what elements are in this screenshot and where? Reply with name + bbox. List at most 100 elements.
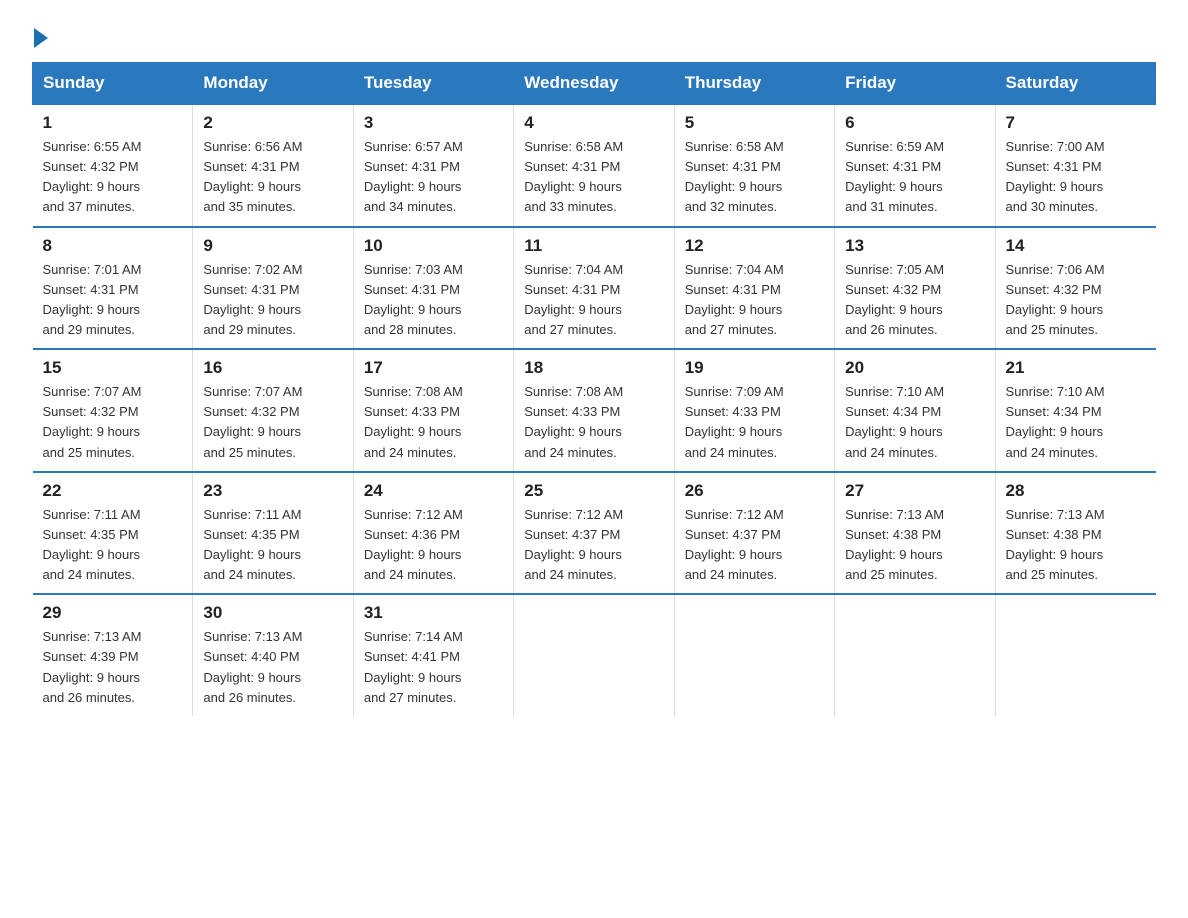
day-number: 11 [524, 236, 663, 256]
calendar-cell: 30 Sunrise: 7:13 AM Sunset: 4:40 PM Dayl… [193, 594, 353, 716]
header-saturday: Saturday [995, 63, 1155, 105]
day-number: 6 [845, 113, 984, 133]
day-number: 4 [524, 113, 663, 133]
calendar-cell: 17 Sunrise: 7:08 AM Sunset: 4:33 PM Dayl… [353, 349, 513, 472]
header-monday: Monday [193, 63, 353, 105]
day-number: 27 [845, 481, 984, 501]
calendar-cell: 21 Sunrise: 7:10 AM Sunset: 4:34 PM Dayl… [995, 349, 1155, 472]
header-thursday: Thursday [674, 63, 834, 105]
calendar-cell: 25 Sunrise: 7:12 AM Sunset: 4:37 PM Dayl… [514, 472, 674, 595]
day-info: Sunrise: 7:10 AM Sunset: 4:34 PM Dayligh… [845, 382, 984, 463]
header-sunday: Sunday [33, 63, 193, 105]
day-number: 26 [685, 481, 824, 501]
calendar-week-row: 1 Sunrise: 6:55 AM Sunset: 4:32 PM Dayli… [33, 104, 1156, 227]
header-friday: Friday [835, 63, 995, 105]
calendar-cell [835, 594, 995, 716]
day-info: Sunrise: 7:13 AM Sunset: 4:38 PM Dayligh… [1006, 505, 1146, 586]
calendar-cell: 11 Sunrise: 7:04 AM Sunset: 4:31 PM Dayl… [514, 227, 674, 350]
day-number: 2 [203, 113, 342, 133]
calendar-cell: 22 Sunrise: 7:11 AM Sunset: 4:35 PM Dayl… [33, 472, 193, 595]
calendar-cell: 5 Sunrise: 6:58 AM Sunset: 4:31 PM Dayli… [674, 104, 834, 227]
day-info: Sunrise: 7:11 AM Sunset: 4:35 PM Dayligh… [203, 505, 342, 586]
day-info: Sunrise: 7:04 AM Sunset: 4:31 PM Dayligh… [524, 260, 663, 341]
day-number: 14 [1006, 236, 1146, 256]
calendar-cell: 7 Sunrise: 7:00 AM Sunset: 4:31 PM Dayli… [995, 104, 1155, 227]
calendar-cell: 2 Sunrise: 6:56 AM Sunset: 4:31 PM Dayli… [193, 104, 353, 227]
day-info: Sunrise: 7:14 AM Sunset: 4:41 PM Dayligh… [364, 627, 503, 708]
calendar-cell: 12 Sunrise: 7:04 AM Sunset: 4:31 PM Dayl… [674, 227, 834, 350]
day-info: Sunrise: 7:13 AM Sunset: 4:40 PM Dayligh… [203, 627, 342, 708]
day-number: 10 [364, 236, 503, 256]
calendar-cell: 15 Sunrise: 7:07 AM Sunset: 4:32 PM Dayl… [33, 349, 193, 472]
day-number: 17 [364, 358, 503, 378]
day-number: 24 [364, 481, 503, 501]
calendar-cell: 8 Sunrise: 7:01 AM Sunset: 4:31 PM Dayli… [33, 227, 193, 350]
day-number: 3 [364, 113, 503, 133]
day-info: Sunrise: 7:08 AM Sunset: 4:33 PM Dayligh… [364, 382, 503, 463]
logo [32, 24, 48, 44]
day-info: Sunrise: 7:09 AM Sunset: 4:33 PM Dayligh… [685, 382, 824, 463]
day-number: 12 [685, 236, 824, 256]
day-info: Sunrise: 7:06 AM Sunset: 4:32 PM Dayligh… [1006, 260, 1146, 341]
day-number: 13 [845, 236, 984, 256]
day-info: Sunrise: 6:56 AM Sunset: 4:31 PM Dayligh… [203, 137, 342, 218]
day-number: 7 [1006, 113, 1146, 133]
calendar-cell: 3 Sunrise: 6:57 AM Sunset: 4:31 PM Dayli… [353, 104, 513, 227]
day-number: 16 [203, 358, 342, 378]
day-number: 30 [203, 603, 342, 623]
day-info: Sunrise: 7:12 AM Sunset: 4:36 PM Dayligh… [364, 505, 503, 586]
day-info: Sunrise: 7:01 AM Sunset: 4:31 PM Dayligh… [43, 260, 183, 341]
day-number: 15 [43, 358, 183, 378]
day-info: Sunrise: 6:58 AM Sunset: 4:31 PM Dayligh… [524, 137, 663, 218]
calendar-cell: 4 Sunrise: 6:58 AM Sunset: 4:31 PM Dayli… [514, 104, 674, 227]
calendar-cell: 24 Sunrise: 7:12 AM Sunset: 4:36 PM Dayl… [353, 472, 513, 595]
day-info: Sunrise: 6:59 AM Sunset: 4:31 PM Dayligh… [845, 137, 984, 218]
day-info: Sunrise: 6:57 AM Sunset: 4:31 PM Dayligh… [364, 137, 503, 218]
calendar-cell: 29 Sunrise: 7:13 AM Sunset: 4:39 PM Dayl… [33, 594, 193, 716]
calendar-cell: 18 Sunrise: 7:08 AM Sunset: 4:33 PM Dayl… [514, 349, 674, 472]
day-number: 21 [1006, 358, 1146, 378]
day-info: Sunrise: 7:00 AM Sunset: 4:31 PM Dayligh… [1006, 137, 1146, 218]
calendar-cell: 26 Sunrise: 7:12 AM Sunset: 4:37 PM Dayl… [674, 472, 834, 595]
calendar-cell [995, 594, 1155, 716]
header-tuesday: Tuesday [353, 63, 513, 105]
day-number: 1 [43, 113, 183, 133]
day-info: Sunrise: 6:55 AM Sunset: 4:32 PM Dayligh… [43, 137, 183, 218]
calendar-week-row: 22 Sunrise: 7:11 AM Sunset: 4:35 PM Dayl… [33, 472, 1156, 595]
calendar-cell: 20 Sunrise: 7:10 AM Sunset: 4:34 PM Dayl… [835, 349, 995, 472]
day-info: Sunrise: 7:07 AM Sunset: 4:32 PM Dayligh… [203, 382, 342, 463]
calendar-week-row: 8 Sunrise: 7:01 AM Sunset: 4:31 PM Dayli… [33, 227, 1156, 350]
day-info: Sunrise: 7:11 AM Sunset: 4:35 PM Dayligh… [43, 505, 183, 586]
day-number: 22 [43, 481, 183, 501]
day-info: Sunrise: 7:04 AM Sunset: 4:31 PM Dayligh… [685, 260, 824, 341]
calendar-cell: 23 Sunrise: 7:11 AM Sunset: 4:35 PM Dayl… [193, 472, 353, 595]
calendar-header-row: SundayMondayTuesdayWednesdayThursdayFrid… [33, 63, 1156, 105]
calendar-cell: 19 Sunrise: 7:09 AM Sunset: 4:33 PM Dayl… [674, 349, 834, 472]
calendar-cell [514, 594, 674, 716]
calendar-cell: 1 Sunrise: 6:55 AM Sunset: 4:32 PM Dayli… [33, 104, 193, 227]
day-number: 18 [524, 358, 663, 378]
calendar-table: SundayMondayTuesdayWednesdayThursdayFrid… [32, 62, 1156, 716]
day-info: Sunrise: 7:12 AM Sunset: 4:37 PM Dayligh… [524, 505, 663, 586]
day-info: Sunrise: 7:03 AM Sunset: 4:31 PM Dayligh… [364, 260, 503, 341]
calendar-cell: 10 Sunrise: 7:03 AM Sunset: 4:31 PM Dayl… [353, 227, 513, 350]
calendar-cell: 6 Sunrise: 6:59 AM Sunset: 4:31 PM Dayli… [835, 104, 995, 227]
logo-arrow-icon [34, 28, 48, 48]
day-number: 31 [364, 603, 503, 623]
day-number: 29 [43, 603, 183, 623]
calendar-cell: 9 Sunrise: 7:02 AM Sunset: 4:31 PM Dayli… [193, 227, 353, 350]
calendar-week-row: 29 Sunrise: 7:13 AM Sunset: 4:39 PM Dayl… [33, 594, 1156, 716]
day-info: Sunrise: 7:12 AM Sunset: 4:37 PM Dayligh… [685, 505, 824, 586]
day-info: Sunrise: 7:02 AM Sunset: 4:31 PM Dayligh… [203, 260, 342, 341]
calendar-cell [674, 594, 834, 716]
page-header [32, 24, 1156, 44]
calendar-cell: 27 Sunrise: 7:13 AM Sunset: 4:38 PM Dayl… [835, 472, 995, 595]
day-info: Sunrise: 7:13 AM Sunset: 4:39 PM Dayligh… [43, 627, 183, 708]
day-number: 19 [685, 358, 824, 378]
day-number: 8 [43, 236, 183, 256]
day-number: 20 [845, 358, 984, 378]
calendar-cell: 16 Sunrise: 7:07 AM Sunset: 4:32 PM Dayl… [193, 349, 353, 472]
day-number: 28 [1006, 481, 1146, 501]
day-info: Sunrise: 6:58 AM Sunset: 4:31 PM Dayligh… [685, 137, 824, 218]
day-info: Sunrise: 7:08 AM Sunset: 4:33 PM Dayligh… [524, 382, 663, 463]
